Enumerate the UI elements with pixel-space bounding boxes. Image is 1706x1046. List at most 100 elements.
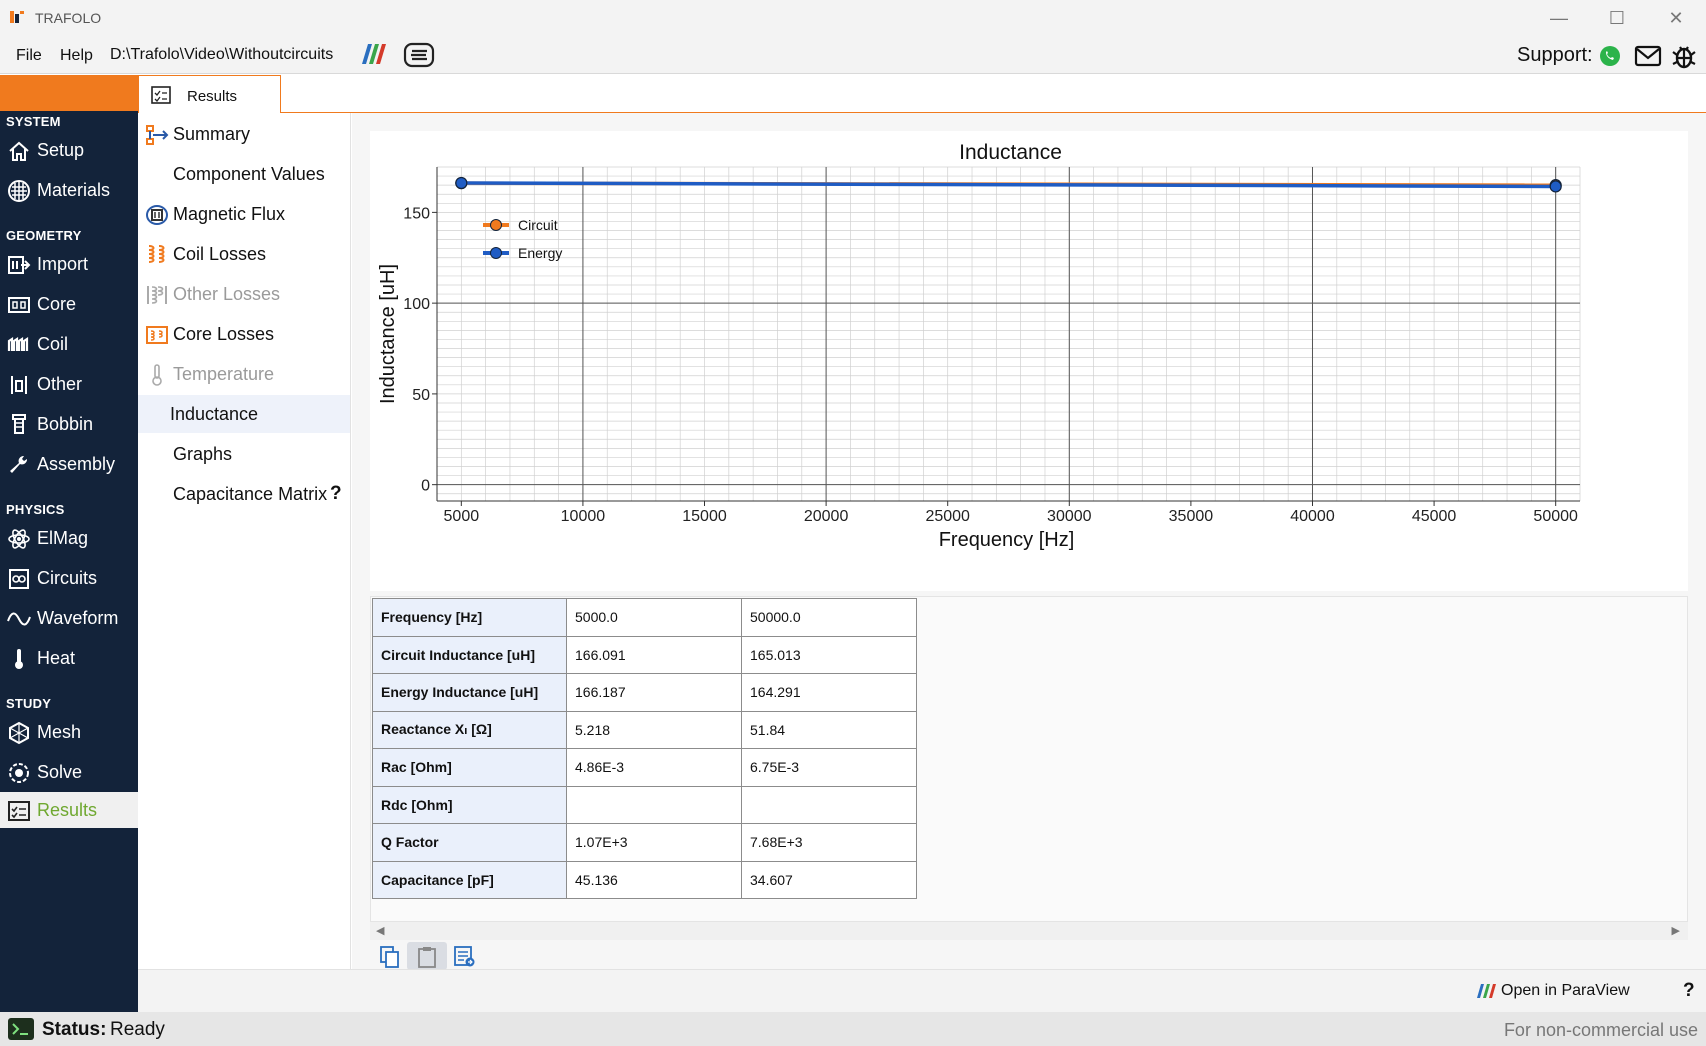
x-tick-label: 30000 — [1047, 508, 1092, 525]
inductance-table-panel: Frequency [Hz] 5000.0 50000.0 Circuit In… — [370, 596, 1688, 922]
series-point-energy — [455, 176, 468, 190]
results-nav-coil-losses[interactable]: Coil Losses — [138, 235, 350, 273]
table-cell[interactable]: 5000.0 — [566, 598, 742, 637]
table-cell[interactable]: 34.607 — [741, 860, 917, 899]
table-cell[interactable]: 166.091 — [566, 635, 742, 674]
sidebar-item-results[interactable]: Results — [0, 792, 138, 828]
coil-losses-icon — [148, 245, 165, 263]
row-header[interactable]: Frequency [Hz] — [372, 598, 567, 637]
table-row: Energy Inductance [uH] 166.187 164.291 — [372, 673, 917, 712]
results-nav-summary[interactable]: Summary — [138, 115, 350, 153]
table-cell[interactable]: 5.218 — [566, 710, 742, 749]
table-row: Reactance Xₗ [Ω] 5.218 51.84 — [372, 710, 917, 749]
sidebar-item-waveform[interactable]: Waveform — [0, 600, 138, 636]
solver-logo-icon[interactable] — [403, 42, 435, 68]
sidebar-item-import[interactable]: Import — [0, 246, 138, 282]
open-in-paraview-label: Open in ParaView — [1501, 982, 1630, 999]
open-in-paraview-button[interactable]: Open in ParaView — [1477, 982, 1630, 1000]
table-cell[interactable]: 45.136 — [566, 860, 742, 899]
sidebar-item-core[interactable]: Core — [0, 286, 138, 322]
sidebar-item-bobbin[interactable]: Bobbin — [0, 406, 138, 442]
y-axis-label: Inductance [uH] — [377, 264, 399, 404]
terminal-icon[interactable] — [8, 1018, 34, 1040]
bug-report-icon[interactable] — [1671, 42, 1697, 70]
menu-help[interactable]: Help — [60, 47, 93, 65]
table-cell[interactable]: 7.68E+3 — [741, 823, 917, 862]
results-nav-temperature[interactable]: Temperature — [138, 355, 350, 393]
sidebar-accent-bar — [0, 75, 138, 111]
table-cell[interactable] — [566, 785, 742, 824]
x-tick-label: 50000 — [1533, 508, 1578, 525]
project-path: D:\Trafolo\Video\Withoutcircuits — [110, 46, 334, 63]
row-header[interactable]: Rdc [Ohm] — [372, 785, 567, 824]
results-nav-core-losses[interactable]: Core Losses — [138, 315, 350, 353]
sidebar-section-system: SYSTEM — [6, 114, 61, 129]
table-cell[interactable]: 166.187 — [566, 673, 742, 712]
x-tick-label: 45000 — [1412, 508, 1457, 525]
capacitance-help-icon[interactable]: ? — [330, 483, 342, 505]
row-header[interactable]: Q Factor — [372, 823, 567, 862]
table-horizontal-scrollbar[interactable]: ◀ ▶ — [370, 922, 1688, 940]
sidebar-item-heat[interactable]: Heat — [0, 640, 138, 676]
results-nav-other-losses[interactable]: Other Losses — [138, 275, 350, 313]
copy-button[interactable] — [370, 942, 410, 970]
mesh-icon — [9, 721, 29, 745]
summary-icon — [146, 125, 169, 145]
x-tick-label: 5000 — [444, 508, 480, 525]
trafolo-window: TRAFOLO — ☐ ✕ File Help D:\Trafolo\Video… — [0, 0, 1706, 1046]
legend-label-circuit: Circuit — [518, 217, 558, 233]
table-cell[interactable]: 164.291 — [741, 673, 917, 712]
sidebar-item-solve[interactable]: Solve — [0, 754, 138, 790]
table-cell[interactable]: 6.75E-3 — [741, 748, 917, 787]
export-button[interactable] — [444, 942, 484, 970]
whatsapp-icon[interactable] — [1598, 44, 1622, 68]
inductance-table-area: Frequency [Hz] 5000.0 50000.0 Circuit In… — [370, 596, 1688, 970]
results-nav-capacitance-matrix[interactable]: Capacitance Matrix ? — [138, 475, 350, 513]
sidebar-section-geometry: GEOMETRY — [6, 228, 82, 243]
results-nav-graphs[interactable]: Graphs — [138, 435, 350, 473]
table-cell[interactable] — [741, 785, 917, 824]
results-nav-inductance[interactable]: Inductance — [138, 395, 350, 433]
x-tick-label: 15000 — [682, 508, 727, 525]
paraview-logo-icon[interactable] — [358, 42, 388, 66]
row-header[interactable]: Circuit Inductance [uH] — [372, 635, 567, 674]
table-cell[interactable]: 165.013 — [741, 635, 917, 674]
table-cell[interactable]: 51.84 — [741, 710, 917, 749]
thermometer-icon — [152, 364, 162, 386]
tab-results[interactable]: Results — [138, 75, 281, 114]
core-losses-icon — [146, 326, 168, 344]
row-header[interactable]: Capacitance [pF] — [372, 860, 567, 899]
scroll-left-arrow-icon[interactable]: ◀ — [376, 924, 384, 937]
help-icon[interactable]: ? — [1683, 980, 1695, 1002]
sidebar-item-materials[interactable]: Materials — [0, 172, 138, 208]
table-cell[interactable]: 1.07E+3 — [566, 823, 742, 862]
sidebar-item-circuits[interactable]: Circuits — [0, 560, 138, 596]
x-tick-label: 25000 — [925, 508, 970, 525]
sidebar-item-assembly[interactable]: Assembly — [0, 446, 138, 482]
scroll-right-arrow-icon[interactable]: ▶ — [1672, 924, 1680, 937]
row-header[interactable]: Energy Inductance [uH] — [372, 673, 567, 712]
sidebar-item-elmag[interactable]: ElMag — [0, 520, 138, 556]
copy-icon — [380, 946, 399, 968]
materials-icon — [8, 180, 30, 202]
email-icon[interactable] — [1634, 45, 1662, 67]
menu-bar: File Help D:\Trafolo\Video\Withoutcircui… — [0, 36, 1706, 74]
sidebar-item-mesh[interactable]: Mesh — [0, 714, 138, 750]
table-cell[interactable]: 50000.0 — [741, 598, 917, 637]
sidebar-item-other[interactable]: Other — [0, 366, 138, 402]
paste-button[interactable] — [407, 942, 447, 970]
table-cell[interactable]: 4.86E-3 — [566, 748, 742, 787]
row-header[interactable]: Reactance Xₗ [Ω] — [372, 710, 567, 749]
table-row: Circuit Inductance [uH] 166.091 165.013 — [372, 635, 917, 674]
row-header[interactable]: Rac [Ohm] — [372, 748, 567, 787]
sidebar-item-setup[interactable]: Setup — [0, 132, 138, 168]
menu-file[interactable]: File — [16, 47, 42, 65]
close-button[interactable]: ✕ — [1662, 6, 1690, 30]
maximize-button[interactable]: ☐ — [1603, 6, 1631, 30]
minimize-button[interactable]: — — [1545, 6, 1573, 30]
y-tick-label: 50 — [412, 387, 430, 404]
results-nav-magnetic-flux[interactable]: Magnetic Flux — [138, 195, 350, 233]
results-nav-component-values[interactable]: Component Values — [138, 155, 350, 193]
inductance-chart[interactable]: 5000 10000 15000 20000 25000 30000 35000 40000 4… — [370, 131, 1688, 591]
sidebar-item-coil[interactable]: Coil — [0, 326, 138, 362]
